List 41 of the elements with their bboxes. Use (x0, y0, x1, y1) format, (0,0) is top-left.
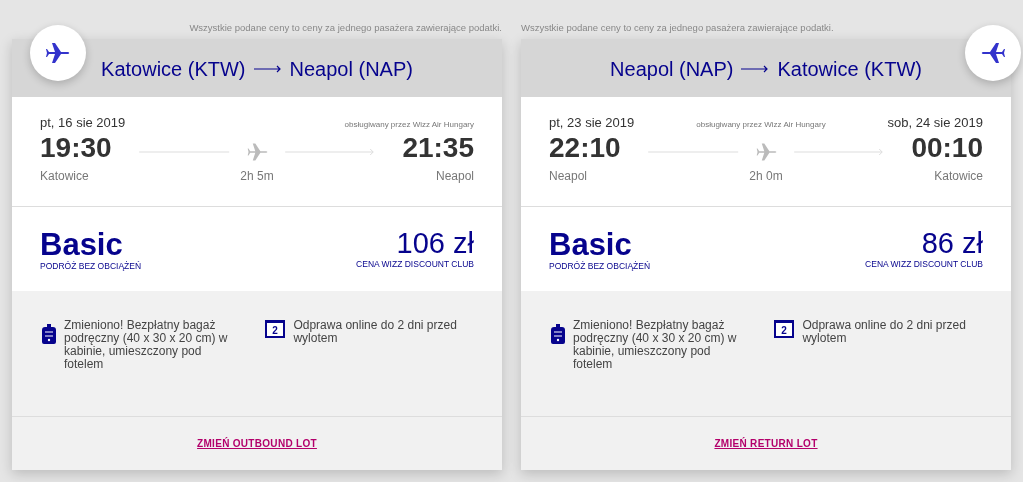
backpack-icon (42, 323, 56, 345)
departure-time: 19:30 (40, 132, 112, 164)
feature-text: Odprawa online do 2 dni przed wylotem (293, 319, 458, 347)
destination-city: Neapol (NAP) (289, 57, 413, 82)
fare-subtitle: PODRÓŻ BEZ OBCIĄŻEŃ (40, 260, 142, 273)
departure-date: pt, 23 sie 2019 (549, 114, 635, 132)
operator-text: obsługiwany przez Wizz Air Hungary (344, 119, 474, 131)
origin-city: Neapol (NAP) (610, 57, 734, 82)
departure-date: pt, 16 sie 2019 (40, 114, 126, 132)
fare-name: Basic (40, 229, 123, 260)
origin-city: Katowice (KTW) (101, 57, 246, 82)
arrival-city: Neapol (434, 168, 474, 186)
price-note: Wszystkie podane ceny to ceny za jednego pasażera zawierające podatki. (521, 21, 835, 35)
price-note: Wszystkie podane ceny to ceny za jednego pasażera zawierające podatki. (188, 21, 502, 35)
change-flight-link[interactable]: ZMIEŃ OUTBOUND LOT (197, 436, 317, 451)
backpack-icon (551, 323, 565, 345)
feature-text: Odprawa online do 2 dni przed wylotem (802, 319, 967, 347)
feature-text: Zmieniono! Bezpłatny bagaż podręczny (40 x 30 x 20 cm) w kabinie, umieszczony pod fotelem (573, 319, 738, 373)
calendar-icon: 2 (265, 319, 286, 338)
flight-duration: 2h 0m (749, 167, 783, 185)
arrival-time: 21:35 (402, 132, 474, 164)
feature-text: Zmieniono! Bezpłatny bagaż podręczny (40 x 30 x 20 cm) w kabinie, umieszczony pod fotelem (64, 319, 229, 373)
arrival-time: 00:10 (911, 132, 983, 164)
price-label: CENA WIZZ DISCOUNT CLUB (865, 258, 983, 271)
fare-name: Basic (549, 229, 632, 260)
arrival-date: sob, 24 sie 2019 (887, 114, 983, 132)
departure-city: Katowice (40, 168, 90, 186)
arrival-city: Katowice (933, 168, 983, 186)
departure-time: 22:10 (549, 132, 621, 164)
price: 86 zł (920, 229, 983, 258)
operator-text: obsługiwany przez Wizz Air Hungary (696, 119, 826, 131)
fare-subtitle: PODRÓŻ BEZ OBCIĄŻEŃ (549, 260, 651, 273)
destination-city: Katowice (KTW) (777, 57, 922, 82)
price: 106 zł (395, 229, 474, 258)
price-label: CENA WIZZ DISCOUNT CLUB (356, 258, 474, 271)
change-flight-link[interactable]: ZMIEŃ RETURN LOT (714, 436, 818, 451)
departure-city: Neapol (549, 168, 589, 186)
arrow-icon (741, 64, 770, 74)
arrow-icon (253, 64, 282, 74)
calendar-icon: 2 (774, 319, 795, 338)
flight-duration: 2h 5m (240, 167, 274, 185)
